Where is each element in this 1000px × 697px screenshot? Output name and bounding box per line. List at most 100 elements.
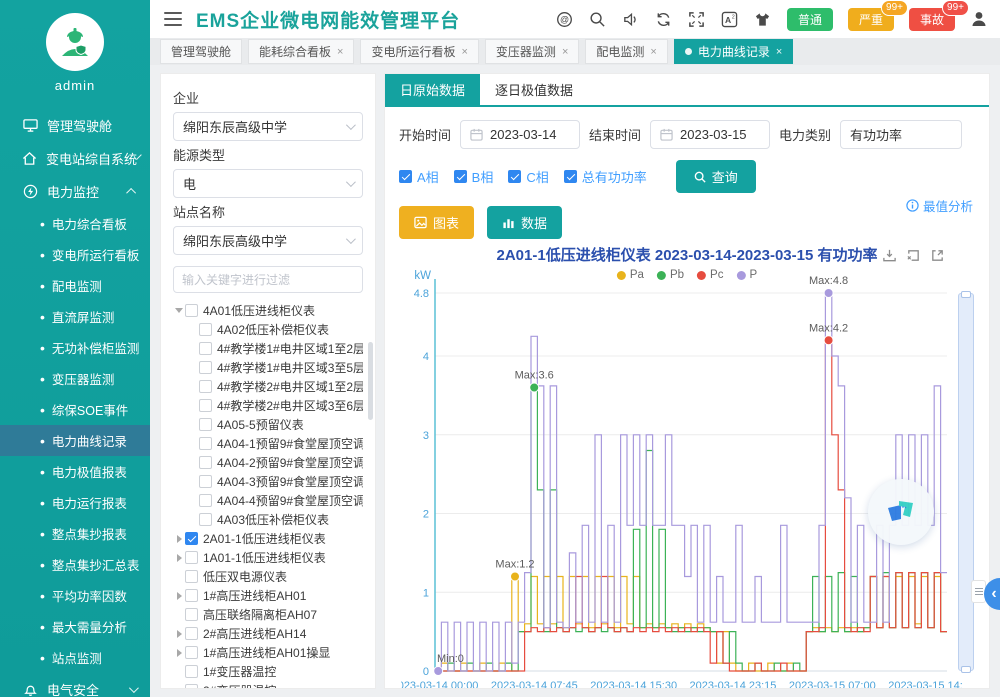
menu-toggle-icon[interactable] <box>164 12 182 26</box>
sidebar-item-3[interactable]: 电力监控 <box>0 175 150 208</box>
tree-checkbox[interactable] <box>185 304 198 317</box>
service-icon[interactable]: @ <box>556 10 574 28</box>
tree-checkbox[interactable] <box>185 627 198 640</box>
start-date-input[interactable]: 2023-03-14 <box>460 120 580 149</box>
tab-daily-extreme-data[interactable]: 逐日极值数据 <box>480 74 588 105</box>
zoom-handle-top[interactable] <box>961 291 971 298</box>
tree-node-1[interactable]: 4A01低压进线柜仪表 <box>173 301 363 320</box>
legend-item-Pa[interactable]: Pa <box>617 269 644 281</box>
tree-checkbox[interactable] <box>199 437 212 450</box>
sidebar-item-4[interactable]: 电气安全 <box>0 673 150 697</box>
sidebar-subitem-3-4[interactable]: •直流屏监测 <box>0 301 150 332</box>
sidebar-subitem-3-3[interactable]: •配电监测 <box>0 270 150 301</box>
legend-item-P[interactable]: P <box>736 269 757 281</box>
tree-checkbox[interactable] <box>199 323 212 336</box>
max-analysis-link[interactable]: 最值分析 <box>906 196 973 215</box>
phase-checkbox-2[interactable]: B相 <box>454 167 494 186</box>
tree-checkbox[interactable] <box>185 684 198 689</box>
tree-expand-icon[interactable] <box>173 308 185 313</box>
tree-checkbox[interactable] <box>199 418 212 431</box>
tab-1[interactable]: 管理驾驶舱 <box>160 39 242 64</box>
tab-6[interactable]: 电力曲线记录× <box>674 39 793 64</box>
data-zoom-slider[interactable] <box>958 293 974 671</box>
save-image-icon[interactable] <box>882 248 897 263</box>
alarm-button-2[interactable]: 严重99+ <box>848 8 894 31</box>
tree-checkbox[interactable] <box>185 665 198 678</box>
tree-filter-input[interactable] <box>173 266 363 293</box>
tree-checkbox[interactable] <box>199 475 212 488</box>
company-select[interactable]: 绵阳东辰高级中学 <box>173 112 363 141</box>
legend-item-Pb[interactable]: Pb <box>657 269 684 281</box>
tree-node-13[interactable]: 2A01-1低压进线柜仪表 <box>173 529 363 548</box>
zoom-handle-bottom[interactable] <box>961 666 971 673</box>
query-button[interactable]: 查询 <box>676 160 756 193</box>
sidebar-subitem-3-1[interactable]: •电力综合看板 <box>0 208 150 239</box>
tree-node-3[interactable]: 4#教学楼1#电井区域1至2层动力仪表 <box>173 339 363 358</box>
sidebar-subitem-3-10[interactable]: •电力运行报表 <box>0 487 150 518</box>
tab-daily-raw-data[interactable]: 日原始数据 <box>385 74 480 105</box>
theme-icon[interactable] <box>754 10 772 28</box>
close-icon[interactable]: × <box>337 46 343 58</box>
power-curve-chart[interactable]: 012344.8kW2023-03-14 00:002023-03-14 07:… <box>401 267 963 689</box>
restore-icon[interactable] <box>906 248 921 263</box>
sidebar-item-1[interactable]: 管理驾驶舱 <box>0 109 150 142</box>
sound-icon[interactable] <box>622 10 640 28</box>
sidebar-subitem-3-5[interactable]: •无功补偿柜监测 <box>0 332 150 363</box>
tree-checkbox[interactable] <box>185 646 198 659</box>
alarm-button-1[interactable]: 普通 <box>787 8 833 31</box>
tree-checkbox[interactable] <box>185 551 198 564</box>
station-select[interactable]: 绵阳东辰高级中学 <box>173 226 363 255</box>
tab-5[interactable]: 配电监测× <box>585 39 667 64</box>
tree-checkbox[interactable] <box>185 608 198 621</box>
energy-type-select[interactable]: 电 <box>173 169 363 198</box>
translate-icon[interactable]: A2 <box>721 10 739 28</box>
refresh-icon[interactable] <box>655 10 673 28</box>
sidebar-subitem-3-11[interactable]: •整点集抄报表 <box>0 518 150 549</box>
tree-expand-icon[interactable] <box>173 592 185 600</box>
tree-scrollbar[interactable] <box>368 342 373 420</box>
tree-node-9[interactable]: 4A04-2预留9#食堂屋顶空调机组仪表 <box>173 453 363 472</box>
tree-checkbox[interactable] <box>199 342 212 355</box>
sidebar-subitem-3-15[interactable]: •站点监测 <box>0 642 150 673</box>
tree-node-2[interactable]: 4A02低压补偿柜仪表 <box>173 320 363 339</box>
user-icon[interactable] <box>970 10 988 28</box>
data-view-button[interactable]: 数据 <box>487 206 562 239</box>
tree-node-20[interactable]: 1#变压器温控 <box>173 662 363 681</box>
phase-checkbox-4[interactable]: 总有功功率 <box>564 167 647 186</box>
tree-expand-icon[interactable] <box>173 630 185 638</box>
sidebar-subitem-3-2[interactable]: •变电所运行看板 <box>0 239 150 270</box>
tree-checkbox[interactable] <box>199 513 212 526</box>
tree-checkbox[interactable] <box>185 589 198 602</box>
phase-checkbox-1[interactable]: A相 <box>399 167 439 186</box>
close-icon[interactable]: × <box>461 46 467 58</box>
chart-view-button[interactable]: 图表 <box>399 206 474 239</box>
tree-node-16[interactable]: 1#高压进线柜AH01 <box>173 586 363 605</box>
close-icon[interactable]: × <box>776 46 782 58</box>
legend-item-Pc[interactable]: Pc <box>697 269 723 281</box>
power-category-select[interactable]: 有功功率 <box>840 120 962 149</box>
tree-node-8[interactable]: 4A04-1预留9#食堂屋顶空调机组仪表 <box>173 434 363 453</box>
sidebar-subitem-3-7[interactable]: •综保SOE事件 <box>0 394 150 425</box>
data-view-icon[interactable] <box>930 248 945 263</box>
avatar[interactable] <box>46 13 104 71</box>
tree-expand-icon[interactable] <box>173 554 185 562</box>
fullscreen-icon[interactable] <box>688 10 706 28</box>
close-icon[interactable]: × <box>650 46 656 58</box>
sidebar-subitem-3-8[interactable]: •电力曲线记录 <box>0 425 150 456</box>
tree-node-21[interactable]: 2#变压器温控 <box>173 681 363 689</box>
sidebar-subitem-3-6[interactable]: •变压器监测 <box>0 363 150 394</box>
tree-node-17[interactable]: 高压联络隔离柜AH07 <box>173 605 363 624</box>
tree-node-15[interactable]: 低压双电源仪表 <box>173 567 363 586</box>
tree-node-4[interactable]: 4#教学楼1#电井区域3至5层动力仪表 <box>173 358 363 377</box>
tab-2[interactable]: 能耗综合看板× <box>248 39 354 64</box>
close-icon[interactable]: × <box>562 46 568 58</box>
tree-node-19[interactable]: 1#高压进线柜AH01操显 <box>173 643 363 662</box>
sidebar-subitem-3-12[interactable]: •整点集抄汇总表 <box>0 549 150 580</box>
sidebar-subitem-3-13[interactable]: •平均功率因数 <box>0 580 150 611</box>
tree-checkbox[interactable] <box>199 380 212 393</box>
tree-node-14[interactable]: 1A01-1低压进线柜仪表 <box>173 548 363 567</box>
tree-node-10[interactable]: 4A04-3预留9#食堂屋顶空调机组仪表 <box>173 472 363 491</box>
tree-checkbox[interactable] <box>185 570 198 583</box>
phase-checkbox-3[interactable]: C相 <box>508 167 548 186</box>
tree-expand-icon[interactable] <box>173 649 185 657</box>
